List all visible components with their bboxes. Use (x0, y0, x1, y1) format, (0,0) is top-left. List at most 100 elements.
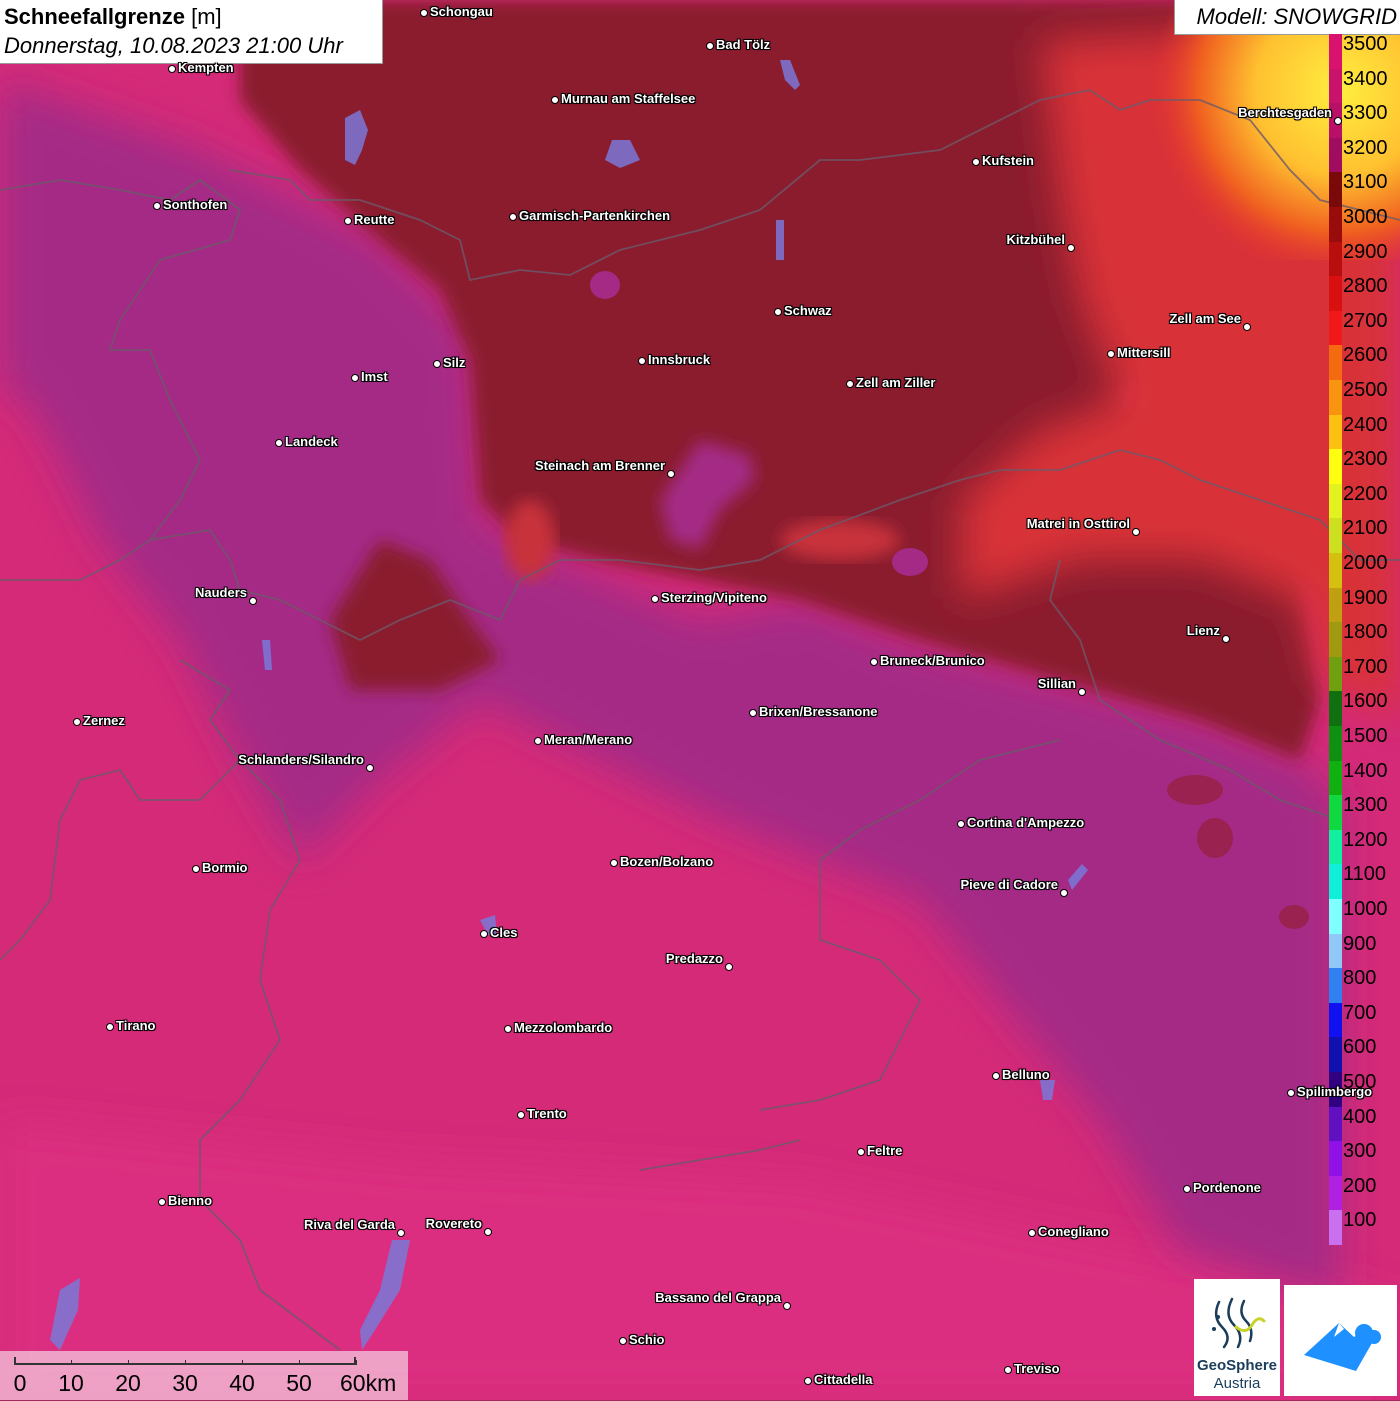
city-label: Schongau (430, 4, 493, 19)
title-box: Schneefallgrenze [m] Donnerstag, 10.08.2… (0, 0, 383, 64)
city-dot (972, 158, 980, 166)
geosphere-logo-icon (1212, 1297, 1266, 1349)
city-label: Belluno (1002, 1067, 1050, 1082)
city-dot (846, 380, 854, 388)
legend-swatch-300 (1329, 1141, 1342, 1177)
city-label: Riva del Garda (303, 1217, 395, 1232)
legend-label: 1000 (1343, 898, 1388, 920)
legend-label: 800 (1343, 967, 1377, 990)
legend-label: 2300 (1343, 448, 1388, 471)
city-label: Murnau am Staffelsee (561, 91, 696, 106)
legend-label: 2600 (1343, 344, 1388, 367)
legend-label: 400 (1343, 1105, 1377, 1128)
city-label: Cittadella (814, 1372, 873, 1387)
city-label: Rovereto (425, 1216, 482, 1231)
legend-label: 1700 (1343, 655, 1388, 678)
city-label: Silz (443, 355, 466, 370)
city-dot (168, 65, 176, 73)
scale-label: 40 (229, 1370, 255, 1396)
legend-color-bar (1329, 34, 1342, 1246)
scale-label: 20 (115, 1370, 141, 1396)
city-dot (73, 718, 81, 726)
legend-swatch-2400 (1329, 414, 1342, 450)
legend-label: 2100 (1343, 517, 1388, 540)
city-dot (192, 865, 200, 873)
city-label: Kitzbühel (1006, 232, 1066, 247)
city-dot (344, 217, 352, 225)
city-dot (957, 820, 965, 828)
city-dot (1183, 1185, 1191, 1193)
scale-tick (71, 1360, 72, 1365)
city-dot (1107, 350, 1115, 358)
legend-swatch-2500 (1329, 380, 1342, 416)
city-label: Pordenone (1193, 1180, 1261, 1195)
city-label: Berchtesgaden (1238, 105, 1332, 120)
city-label: Zell am See (1169, 311, 1241, 326)
city-label: Kempten (178, 60, 234, 75)
cloud-mountain-icon (1304, 1323, 1381, 1371)
city-dot (749, 709, 757, 717)
city-label: Sterzing/Vipiteno (661, 590, 767, 605)
legend-label: 300 (1343, 1140, 1377, 1163)
city-label: Sonthofen (163, 197, 228, 212)
legend-label: 2400 (1343, 413, 1388, 436)
city-dot (480, 930, 488, 938)
city-dot (351, 374, 359, 382)
legend-label: 3300 (1343, 102, 1388, 125)
legend-label: 1100 (1343, 863, 1387, 886)
legend-swatch-100 (1329, 1210, 1342, 1246)
legend-swatch-700 (1329, 1002, 1342, 1038)
legend-swatch-1100 (1329, 864, 1342, 900)
legend-swatch-2900 (1329, 241, 1342, 277)
city-label: Innsbruck (648, 352, 711, 367)
title-unit: [m] (191, 4, 222, 29)
model-box: Modell: SNOWGRID (1174, 0, 1400, 35)
city-dot (1243, 323, 1251, 331)
city-dot (551, 96, 559, 104)
scale-tick (185, 1360, 186, 1365)
city-dot (1060, 889, 1068, 897)
city-label: Feltre (867, 1143, 903, 1158)
legend-swatch-2800 (1329, 276, 1342, 312)
legend-label: 100 (1343, 1209, 1377, 1232)
city-label: Reutte (354, 212, 395, 227)
legend-label: 3500 (1343, 33, 1388, 55)
legend-swatch-3400 (1329, 68, 1342, 104)
legend-label: 1200 (1343, 828, 1388, 851)
city-dot (783, 1302, 791, 1310)
legend-label: 200 (1343, 1174, 1377, 1197)
legend-label: 2700 (1343, 309, 1388, 332)
city-dot (249, 597, 257, 605)
city-label: Mezzolombardo (514, 1020, 613, 1035)
legend-swatch-3100 (1329, 172, 1342, 208)
city-label: Mittersill (1117, 345, 1171, 360)
legend-swatch-1400 (1329, 760, 1342, 796)
city-label: Cles (490, 925, 518, 940)
legend-label: 1800 (1343, 621, 1388, 644)
city-label: Bormio (202, 860, 248, 875)
legend-swatch-1200 (1329, 829, 1342, 865)
scale-tick (356, 1360, 357, 1365)
legend-label: 2500 (1343, 379, 1388, 401)
city-dot (725, 963, 733, 971)
city-dot (667, 470, 675, 478)
city-dot (610, 859, 618, 867)
scale-label: 50 (286, 1370, 312, 1396)
city-label: Nauders (194, 585, 247, 600)
city-dot (638, 357, 646, 365)
city-dot (433, 360, 441, 368)
city-dot (1067, 244, 1075, 252)
city-label: Matrei in Osttirol (1026, 516, 1130, 531)
legend-label: 1400 (1343, 759, 1388, 782)
logo-name-line1: GeoSphere (1196, 1357, 1278, 1374)
legend-swatch-1700 (1329, 656, 1342, 692)
legend-label: 3000 (1343, 206, 1388, 228)
city-label: Pieve di Cadore (960, 877, 1058, 892)
city-dot (619, 1337, 627, 1345)
legend-label: 600 (1343, 1036, 1377, 1059)
legend-swatch-200 (1329, 1175, 1342, 1211)
scale-label: 0 (13, 1370, 27, 1396)
legend-label: 1900 (1343, 586, 1388, 609)
legend-swatch-400 (1329, 1106, 1342, 1142)
city-label: Schlanders/Silandro (238, 752, 364, 767)
